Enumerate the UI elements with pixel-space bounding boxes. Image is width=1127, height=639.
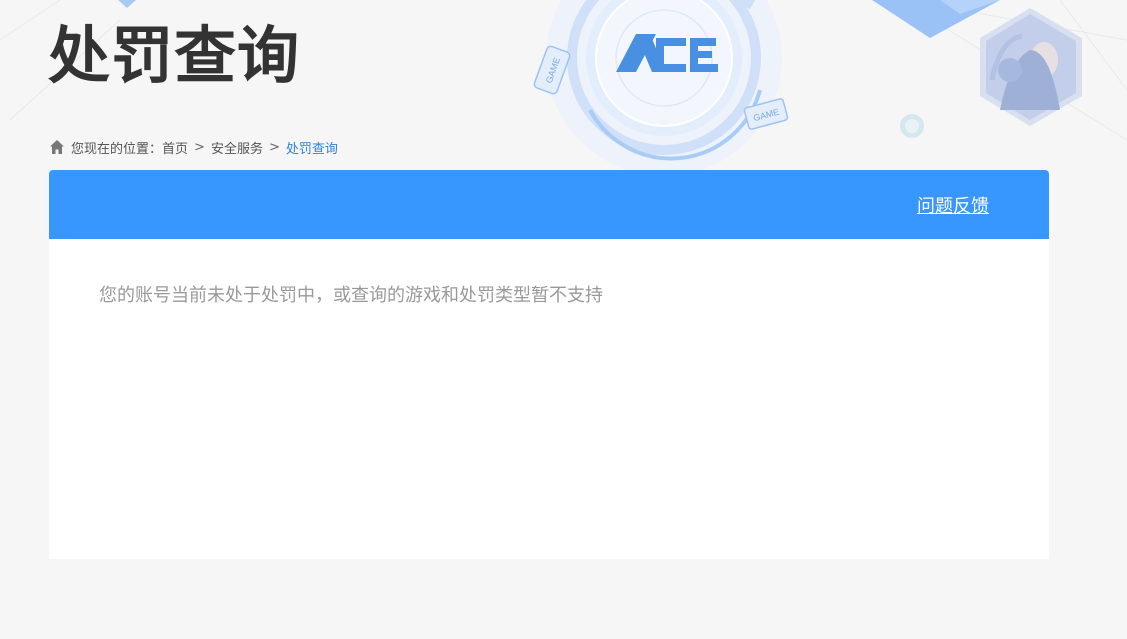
page-title: 处罚查询 [48, 19, 301, 92]
query-result-message: 您的账号当前未处于处罚中，或查询的游戏和处罚类型暂不支持 [99, 285, 603, 306]
home-icon [49, 139, 65, 155]
breadcrumb-home-link[interactable]: 首页 [162, 138, 188, 157]
breadcrumb-security-link[interactable]: 安全服务 [211, 138, 263, 157]
ace-logo [616, 34, 718, 72]
panel-header: 问题反馈 [49, 170, 1049, 239]
breadcrumb-separator: > [268, 139, 280, 155]
result-panel: 问题反馈 您的账号当前未处于处罚中，或查询的游戏和处罚类型暂不支持 [49, 170, 1049, 559]
breadcrumb-separator: > [194, 139, 205, 155]
breadcrumb: 您现在的位置： 首页 > 安全服务 > 处罚查询 [49, 137, 338, 157]
breadcrumb-current: 处罚查询 [285, 141, 338, 157]
breadcrumb-prefix: 您现在的位置： [71, 141, 163, 157]
svg-text:GAME: GAME [752, 107, 780, 124]
panel-body: 您的账号当前未处于处罚中，或查询的游戏和处罚类型暂不支持 [49, 239, 1049, 353]
feedback-link[interactable]: 问题反馈 [917, 192, 989, 218]
character-avatar [980, 8, 1082, 126]
svg-text:GAME: GAME [544, 56, 562, 84]
